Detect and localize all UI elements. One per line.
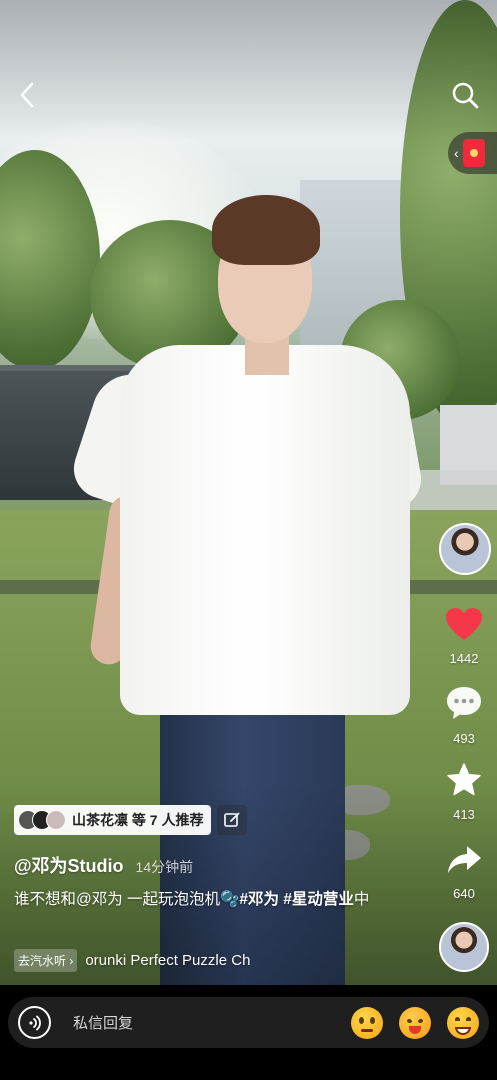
author-avatar[interactable] bbox=[439, 523, 491, 575]
recommender-avatars bbox=[18, 810, 66, 830]
grin-emoji[interactable] bbox=[447, 1006, 479, 1039]
red-packet-button[interactable]: ‹ bbox=[448, 132, 497, 174]
caption[interactable]: 谁不想和@邓为 一起玩泡泡机🫧#邓为 #星动营业中 bbox=[14, 888, 394, 912]
music-row[interactable]: 去汽水听 › orunki Perfect Puzzle Ch bbox=[14, 949, 289, 972]
edit-recommend-button[interactable] bbox=[217, 805, 248, 835]
music-app-badge[interactable]: 去汽水听 › bbox=[14, 949, 78, 972]
voice-button[interactable] bbox=[18, 1006, 51, 1039]
search-button[interactable] bbox=[448, 78, 482, 112]
share-count: 640 bbox=[453, 886, 475, 901]
comment-dots-icon bbox=[447, 687, 481, 719]
angry-emoji[interactable] bbox=[399, 1006, 431, 1039]
hashtag[interactable]: #星动营业 bbox=[283, 891, 354, 908]
music-disc[interactable] bbox=[439, 922, 489, 972]
recommend-pill[interactable]: 山茶花凛 等 7 人推荐 bbox=[14, 805, 212, 835]
hashtag[interactable]: #邓为 bbox=[239, 891, 279, 908]
chevron-left-icon bbox=[20, 82, 34, 108]
caption-text: 谁不想和@邓为 一起玩泡泡机🫧 bbox=[14, 891, 240, 908]
share-arrow-icon bbox=[448, 846, 481, 873]
share-button[interactable]: 640 bbox=[440, 843, 488, 901]
edit-icon bbox=[224, 812, 240, 827]
reply-box[interactable]: 私信回复 bbox=[8, 997, 489, 1048]
favorite-button[interactable]: 413 bbox=[440, 762, 488, 822]
hair bbox=[212, 195, 320, 265]
red-packet-icon bbox=[462, 139, 485, 167]
like-button[interactable]: 1442 bbox=[440, 606, 488, 666]
comment-count: 493 bbox=[453, 731, 475, 746]
caption-text-end: 中 bbox=[353, 891, 370, 908]
white-shirt bbox=[120, 345, 410, 715]
rolling-eyes-emoji[interactable] bbox=[351, 1006, 383, 1039]
recommend-text: 山茶花凛 等 7 人推荐 bbox=[72, 812, 204, 828]
avatar bbox=[46, 810, 66, 830]
back-button[interactable] bbox=[12, 80, 42, 110]
heart-icon bbox=[446, 608, 482, 640]
post-time: 14分钟前 bbox=[135, 859, 194, 875]
search-icon bbox=[452, 82, 479, 109]
voice-icon bbox=[28, 1015, 41, 1030]
author-row: @邓为Studio 14分钟前 bbox=[14, 852, 193, 878]
recommend-row: 山茶花凛 等 7 人推荐 bbox=[14, 804, 248, 836]
comment-button[interactable]: 493 bbox=[440, 684, 488, 746]
music-title: orunki Perfect Puzzle Ch bbox=[85, 952, 251, 969]
author-name[interactable]: @邓为Studio bbox=[14, 852, 124, 878]
favorite-count: 413 bbox=[453, 807, 475, 822]
top-shade bbox=[0, 0, 497, 140]
like-count: 1442 bbox=[449, 651, 479, 666]
star-icon bbox=[447, 763, 481, 796]
video-frame[interactable] bbox=[0, 0, 497, 985]
reply-placeholder[interactable]: 私信回复 bbox=[73, 1012, 335, 1033]
chevron-left-icon: ‹ bbox=[454, 145, 459, 161]
